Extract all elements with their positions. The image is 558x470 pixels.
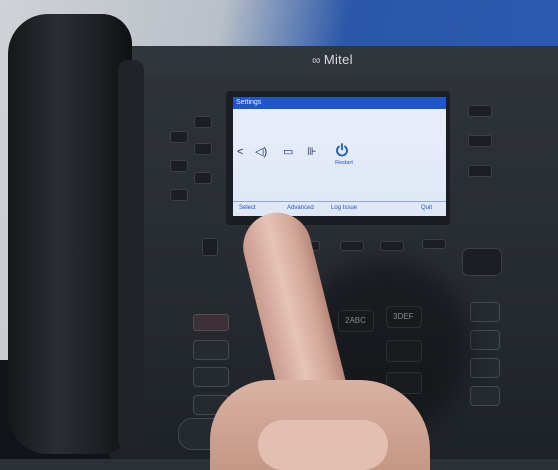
- handset-cradle: [118, 60, 144, 450]
- headset-key[interactable]: [193, 367, 229, 387]
- softkey-advanced[interactable]: Advanced: [287, 205, 314, 211]
- softkey-hard-button-4[interactable]: [380, 241, 404, 251]
- brand-name: Mitel: [323, 52, 353, 67]
- softkey-log-issue[interactable]: Log Issue: [331, 205, 357, 211]
- phone-display: Settings < ◁) ▭ ⊪ Restart Select Advance…: [233, 97, 446, 216]
- phone-handset[interactable]: [8, 14, 132, 454]
- right-func-key-2[interactable]: [470, 330, 500, 350]
- left-line-key-2[interactable]: [194, 116, 212, 128]
- left-line-key-1[interactable]: [170, 131, 188, 143]
- restart-option[interactable]: Restart: [329, 143, 359, 173]
- left-line-key-5[interactable]: [194, 172, 212, 184]
- back-arrow-icon[interactable]: <: [237, 145, 243, 159]
- hand-knuckle: [258, 420, 388, 470]
- power-icon: [336, 143, 348, 157]
- restart-label: Restart: [335, 160, 353, 166]
- left-line-key-3[interactable]: [194, 143, 212, 155]
- softkey-hard-button-5[interactable]: [422, 239, 446, 249]
- softkey-select[interactable]: Select: [239, 205, 256, 211]
- home-button[interactable]: [202, 238, 218, 256]
- right-func-key-4[interactable]: [470, 386, 500, 406]
- display-icon[interactable]: ▭: [283, 145, 293, 159]
- screen-title: Settings: [233, 97, 446, 109]
- softkey-bar: Select Advanced Log Issue Quit: [233, 201, 446, 214]
- message-key[interactable]: [193, 314, 229, 331]
- brand-logo-icon: ∞: [312, 53, 321, 67]
- right-func-key-3[interactable]: [470, 358, 500, 378]
- right-line-key-3[interactable]: [468, 165, 492, 177]
- brand-logo: ∞ Mitel: [312, 52, 382, 70]
- volume-down-key[interactable]: [193, 340, 229, 360]
- softkey-hard-button-3[interactable]: [340, 241, 364, 251]
- left-line-key-6[interactable]: [170, 189, 188, 201]
- right-nav-button[interactable]: [462, 248, 502, 276]
- right-func-key-1[interactable]: [470, 302, 500, 322]
- right-line-key-2[interactable]: [468, 135, 492, 147]
- network-icon[interactable]: ⊪: [307, 145, 317, 159]
- softkey-quit[interactable]: Quit: [421, 205, 432, 211]
- right-line-key-1[interactable]: [468, 105, 492, 117]
- audio-icon[interactable]: ◁): [255, 145, 267, 159]
- left-line-key-4[interactable]: [170, 160, 188, 172]
